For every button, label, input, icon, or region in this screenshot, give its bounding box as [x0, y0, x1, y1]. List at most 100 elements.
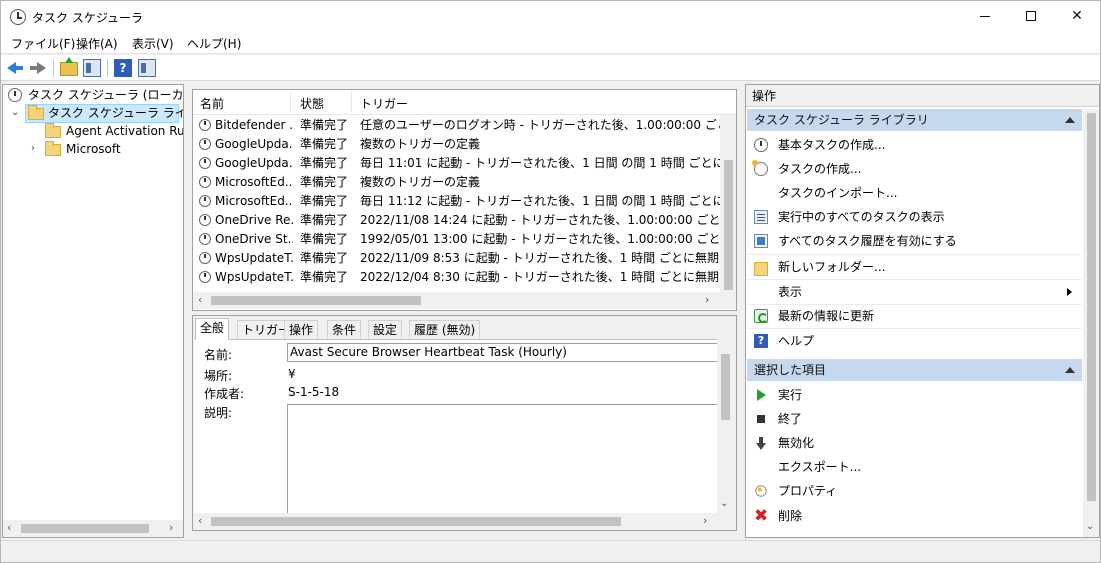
chevron-down-icon[interactable]: ⌄: [11, 104, 19, 122]
tab-settings[interactable]: 設定: [368, 320, 403, 339]
column-header-status[interactable]: 状態: [300, 95, 324, 112]
section-selected-item[interactable]: 選択した項目: [747, 359, 1082, 381]
scrollbar-thumb[interactable]: [724, 160, 733, 290]
tree-horizontal-scrollbar[interactable]: ‹ ›: [3, 520, 183, 537]
action-create-task[interactable]: タスクの作成...: [746, 157, 1082, 181]
task-status-cell: 準備完了: [300, 232, 349, 246]
column-header-trigger[interactable]: トリガー: [360, 95, 408, 112]
menu-action[interactable]: 操作(A): [76, 35, 118, 52]
action-help[interactable]: ? ヘルプ: [746, 329, 1082, 353]
show-hide-action-pane-icon[interactable]: [138, 59, 156, 77]
task-name-cell: GoogleUpda...: [215, 156, 293, 170]
scroll-right-icon[interactable]: ›: [703, 514, 707, 527]
action-new-folder[interactable]: 新しいフォルダー...: [746, 255, 1082, 279]
task-clock-icon: [199, 252, 211, 264]
tree-item-microsoft[interactable]: › Microsoft: [3, 140, 183, 158]
menu-file[interactable]: ファイル(F): [11, 35, 75, 52]
details-horizontal-scrollbar[interactable]: ‹ ›: [193, 513, 716, 530]
actions-vertical-scrollbar[interactable]: ⌄: [1083, 109, 1099, 537]
action-create-basic-task[interactable]: 基本タスクの作成...: [746, 133, 1082, 157]
details-vertical-scrollbar[interactable]: ⌄: [717, 340, 734, 513]
scroll-right-icon[interactable]: ›: [169, 521, 173, 534]
section-task-scheduler-library[interactable]: タスク スケジューラ ライブラリ: [747, 109, 1082, 131]
action-enable-history[interactable]: すべてのタスク履歴を有効にする: [746, 229, 1082, 253]
description-field[interactable]: [287, 404, 717, 513]
name-label: 名前:: [204, 348, 233, 362]
scroll-down-icon[interactable]: ⌄: [1086, 521, 1094, 532]
task-name-cell: Bitdefender ...: [215, 118, 293, 132]
close-button[interactable]: ✕: [1054, 1, 1100, 32]
table-row[interactable]: GoogleUpda... 準備完了 毎日 11:01 に起動 - トリガーされた後…: [193, 154, 720, 173]
task-status-cell: 準備完了: [300, 270, 349, 284]
tree-item-library[interactable]: ⌄ タスク スケジューラ ライブラリ: [3, 104, 183, 122]
action-view[interactable]: 表示: [746, 280, 1082, 304]
action-delete[interactable]: ✖ 削除: [746, 504, 1082, 528]
menu-help[interactable]: ヘルプ(H): [187, 35, 241, 52]
scroll-down-icon[interactable]: ⌄: [720, 498, 728, 509]
maximize-button[interactable]: [1008, 1, 1054, 32]
action-properties[interactable]: プロパティ: [746, 479, 1082, 503]
help-icon[interactable]: ?: [114, 59, 132, 77]
task-clock-icon: [199, 157, 211, 169]
forward-arrow-icon[interactable]: [29, 59, 47, 77]
minimize-icon: [980, 15, 990, 17]
status-bar: [1, 540, 1100, 562]
scroll-left-icon[interactable]: ‹: [198, 293, 202, 306]
maximize-icon: [1026, 11, 1036, 21]
scrollbar-thumb[interactable]: [721, 354, 730, 420]
task-clock-icon: [199, 119, 211, 131]
action-display-running-tasks[interactable]: 実行中のすべてのタスクの表示: [746, 205, 1082, 229]
action-run[interactable]: 実行: [746, 383, 1082, 407]
scrollbar-thumb[interactable]: [211, 296, 421, 305]
action-label: 終了: [778, 412, 803, 426]
tab-general[interactable]: 全般: [195, 318, 230, 340]
tab-history[interactable]: 履歴 (無効): [409, 320, 481, 339]
up-folder-icon[interactable]: [60, 57, 78, 76]
action-export[interactable]: エクスポート...: [746, 455, 1082, 479]
scroll-left-icon[interactable]: ‹: [7, 521, 11, 534]
scrollbar-thumb[interactable]: [1087, 113, 1096, 501]
action-disable[interactable]: 無効化: [746, 431, 1082, 455]
task-trigger-cell: 複数のトリガーの定義: [360, 175, 481, 189]
tree-item-agent-activation[interactable]: Agent Activation Runt: [3, 122, 183, 140]
task-trigger-cell: 複数のトリガーの定義: [360, 137, 481, 151]
table-row[interactable]: WpsUpdateT... 準備完了 2022/11/09 8:53 に起動 - ト…: [193, 249, 720, 268]
title-bar: タスク スケジューラ ✕: [1, 1, 1100, 32]
column-separator[interactable]: [351, 92, 352, 112]
task-name-field[interactable]: Avast Secure Browser Heartbeat Task (Hou…: [287, 343, 717, 362]
action-label: タスクの作成...: [778, 162, 862, 176]
table-row[interactable]: MicrosoftEd... 準備完了 複数のトリガーの定義: [193, 173, 720, 192]
column-header-name[interactable]: 名前: [200, 95, 224, 112]
scroll-left-icon[interactable]: ‹: [198, 514, 202, 527]
table-row[interactable]: WpsUpdateT... 準備完了 2022/12/04 8:30 に起動 - ト…: [193, 268, 720, 287]
table-row[interactable]: OneDrive Re... 準備完了 2022/11/08 14:24 に起動 -…: [193, 211, 720, 230]
column-separator[interactable]: [290, 92, 291, 112]
table-row[interactable]: OneDrive St... 準備完了 1992/05/01 13:00 に起動 -…: [193, 230, 720, 249]
task-name-cell: WpsUpdateT...: [215, 270, 293, 284]
scroll-right-icon[interactable]: ›: [705, 293, 709, 306]
chevron-right-icon[interactable]: ›: [31, 140, 35, 158]
folder-icon: [45, 123, 61, 138]
task-list-vertical-scrollbar[interactable]: [720, 115, 736, 293]
collapse-icon[interactable]: [1065, 367, 1075, 373]
task-trigger-cell: 毎日 11:01 に起動 - トリガーされた後、1 日間 の間 1 時間 ごとに…: [360, 156, 720, 170]
task-scheduler-window: タスク スケジューラ ✕ ファイル(F) 操作(A) 表示(V) ヘルプ(H) …: [0, 0, 1101, 563]
action-import-task[interactable]: タスクのインポート...: [746, 181, 1082, 205]
tab-conditions[interactable]: 条件: [327, 320, 362, 339]
action-refresh[interactable]: 最新の情報に更新: [746, 304, 1082, 328]
tab-actions[interactable]: 操作: [284, 320, 319, 339]
menu-view[interactable]: 表示(V): [132, 35, 174, 52]
table-row[interactable]: Bitdefender ... 準備完了 任意のユーザーのログオン時 - トリガーさ…: [193, 116, 720, 135]
collapse-icon[interactable]: [1065, 117, 1075, 123]
action-label: 無効化: [778, 436, 815, 450]
back-arrow-icon[interactable]: [6, 59, 24, 77]
scrollbar-thumb[interactable]: [21, 524, 149, 533]
minimize-button[interactable]: [962, 1, 1008, 32]
table-row[interactable]: MicrosoftEd... 準備完了 毎日 11:12 に起動 - トリガーされた…: [193, 192, 720, 211]
action-end[interactable]: 終了: [746, 407, 1082, 431]
scrollbar-thumb[interactable]: [211, 517, 621, 526]
table-row[interactable]: GoogleUpda... 準備完了 複数のトリガーの定義: [193, 135, 720, 154]
tree-root[interactable]: タスク スケジューラ (ローカル): [3, 86, 183, 104]
task-list-horizontal-scrollbar[interactable]: ‹ ›: [193, 292, 736, 309]
show-hide-console-tree-icon[interactable]: [83, 59, 101, 77]
